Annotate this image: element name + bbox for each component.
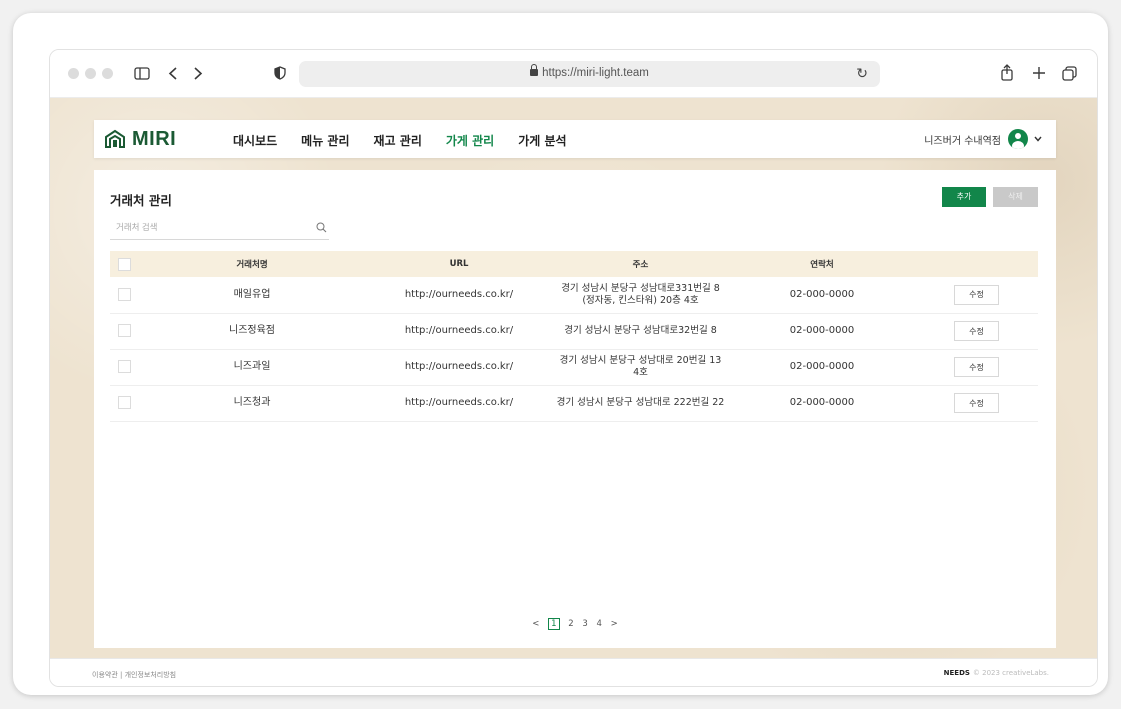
page-3[interactable]: 3 [582, 619, 587, 629]
pagination: < 1 2 3 4 > [94, 618, 1056, 630]
new-tab-icon[interactable] [1032, 66, 1046, 80]
window-zoom-dot[interactable] [102, 68, 113, 79]
header-url[interactable]: URL [366, 251, 552, 277]
footer-copyright: NEEDS © 2023 creativeLabs. [944, 669, 1049, 677]
supplier-url: http://ourneeds.co.kr/ [404, 361, 514, 372]
window-close-dot[interactable] [68, 68, 79, 79]
main-menu: 대시보드 메뉴 관리 재고 관리 가게 관리 가게 분석 [233, 132, 591, 149]
edit-button[interactable]: 수정 [954, 284, 999, 305]
address-bar[interactable]: https://miri-light.team ↻ [299, 61, 880, 87]
pagination-next[interactable]: > [611, 619, 618, 629]
edit-button[interactable]: 수정 [954, 393, 999, 413]
menu-item-store-analytics[interactable]: 가게 분석 [518, 132, 566, 149]
reload-icon[interactable]: ↻ [856, 66, 868, 82]
supplier-address: 경기 성남시 분당구 성남대로32번길 8 [552, 313, 729, 349]
pagination-prev[interactable]: < [532, 619, 539, 629]
row-checkbox[interactable] [117, 324, 131, 338]
supplier-address: 경기 성남시 분당구 성남대로331번길 8 (정자동, 킨스타워) 20층 4호 [552, 277, 729, 313]
supplier-url: http://ourneeds.co.kr/ [404, 325, 514, 336]
page-1[interactable]: 1 [548, 618, 560, 630]
menu-item-inventory[interactable]: 재고 관리 [374, 132, 422, 149]
miri-logo-icon [105, 129, 125, 148]
row-checkbox[interactable] [117, 288, 131, 301]
header-actions [915, 251, 1038, 277]
supplier-phone: 02-000-0000 [789, 325, 855, 336]
header-address[interactable]: 주소 [552, 251, 729, 277]
search-box [110, 218, 329, 240]
address-line-1: 경기 성남시 분당구 성남대로 222번길 22 [556, 397, 725, 408]
supplier-phone: 02-000-0000 [789, 361, 855, 372]
edit-button[interactable]: 수정 [954, 321, 999, 341]
avatar-icon[interactable] [1008, 129, 1028, 149]
browser-toolbar: https://miri-light.team ↻ [50, 50, 1097, 98]
shield-icon[interactable] [274, 66, 286, 80]
header-name[interactable]: 거래처명 [138, 251, 366, 277]
menu-item-menu-management[interactable]: 메뉴 관리 [301, 132, 349, 149]
select-all-cell [110, 251, 138, 277]
site-footer: 이용약관 | 개인정보처리방침 NEEDS © 2023 creativeLabs… [50, 658, 1097, 686]
footer-brand: NEEDS [943, 669, 970, 677]
supplier-phone: 02-000-0000 [789, 397, 855, 408]
select-all-checkbox[interactable] [117, 257, 131, 271]
sidebar-toggle-icon[interactable] [134, 67, 150, 80]
search-icon[interactable] [316, 222, 327, 233]
address-line-1: 경기 성남시 분당구 성남대로32번길 8 [564, 325, 717, 336]
supplier-address: 경기 성남시 분당구 성남대로 222번길 22 [552, 385, 729, 421]
logo-text: MIRI [132, 127, 177, 150]
supplier-phone: 02-000-0000 [789, 288, 855, 300]
footer-copyright-text: © 2023 creativeLabs. [972, 669, 1049, 677]
back-icon[interactable] [168, 66, 178, 81]
footer-links[interactable]: 이용약관 | 개인정보처리방침 [92, 670, 176, 680]
table-row: 매일유업 http://ourneeds.co.kr/ 경기 성남시 분당구 성… [110, 277, 1038, 313]
tabs-overview-icon[interactable] [1062, 66, 1077, 81]
address-line-2: (정자동, 킨스타워) 20층 4호 [582, 294, 699, 306]
supplier-name: 니즈청과 [233, 397, 271, 408]
address-line-1: 경기 성남시 분당구 성남대로331번길 8 [561, 282, 720, 294]
user-menu[interactable]: 니즈버거 수내역점 [924, 129, 1042, 149]
table-header-row: 거래처명 URL 주소 연락처 [110, 251, 1038, 277]
chevron-down-icon[interactable] [1034, 136, 1042, 142]
logo[interactable]: MIRI [104, 128, 176, 150]
address-line-1: 경기 성남시 분당구 성남대로 20번길 13 [559, 355, 722, 366]
page-4[interactable]: 4 [596, 619, 601, 629]
table-row: 니즈청과 http://ourneeds.co.kr/ 경기 성남시 분당구 성… [110, 385, 1038, 421]
header-phone[interactable]: 연락처 [729, 251, 915, 277]
forward-icon[interactable] [193, 66, 203, 81]
row-checkbox[interactable] [117, 360, 131, 374]
edit-button[interactable]: 수정 [954, 357, 999, 377]
page-viewport: MIRI 대시보드 메뉴 관리 재고 관리 가게 관리 가게 분석 니즈버거 수… [50, 98, 1097, 658]
url-label: https://miri-light.team [542, 67, 649, 79]
page-title: 거래처 관리 [110, 193, 172, 208]
supplier-url: http://ourneeds.co.kr/ [404, 397, 514, 408]
menu-item-dashboard[interactable]: 대시보드 [233, 132, 277, 149]
add-button[interactable]: 추가 [942, 187, 986, 207]
supplier-name: 니즈과일 [233, 361, 271, 372]
supplier-url: http://ourneeds.co.kr/ [404, 288, 514, 300]
share-icon[interactable] [1000, 64, 1014, 81]
supplier-address: 경기 성남시 분당구 성남대로 20번길 13 4호 [552, 349, 729, 385]
row-checkbox[interactable] [117, 396, 131, 410]
device-frame: https://miri-light.team ↻ MIRI 대시보드 메뉴 관 [13, 13, 1108, 695]
supplier-card: 거래처 관리 추가 삭제 거래처명 URL [94, 170, 1056, 648]
address-line-2: 4호 [633, 367, 648, 378]
table-row: 니즈정육점 http://ourneeds.co.kr/ 경기 성남시 분당구 … [110, 313, 1038, 349]
lock-icon [530, 64, 539, 76]
search-input[interactable] [116, 222, 306, 232]
user-name: 니즈버거 수내역점 [924, 135, 1001, 147]
top-navigation: MIRI 대시보드 메뉴 관리 재고 관리 가게 관리 가게 분석 니즈버거 수… [94, 120, 1056, 158]
page-2[interactable]: 2 [568, 619, 573, 629]
supplier-table: 거래처명 URL 주소 연락처 매일유업 http://ourneeds.co.… [110, 251, 1038, 422]
supplier-name: 니즈정육점 [229, 325, 275, 336]
delete-button[interactable]: 삭제 [993, 187, 1038, 207]
menu-item-store-management[interactable]: 가게 관리 [446, 132, 494, 149]
window-minimize-dot[interactable] [85, 68, 96, 79]
supplier-name: 매일유업 [233, 288, 271, 300]
browser-window: https://miri-light.team ↻ MIRI 대시보드 메뉴 관 [49, 49, 1098, 687]
table-row: 니즈과일 http://ourneeds.co.kr/ 경기 성남시 분당구 성… [110, 349, 1038, 385]
address-text: https://miri-light.team [299, 64, 880, 79]
